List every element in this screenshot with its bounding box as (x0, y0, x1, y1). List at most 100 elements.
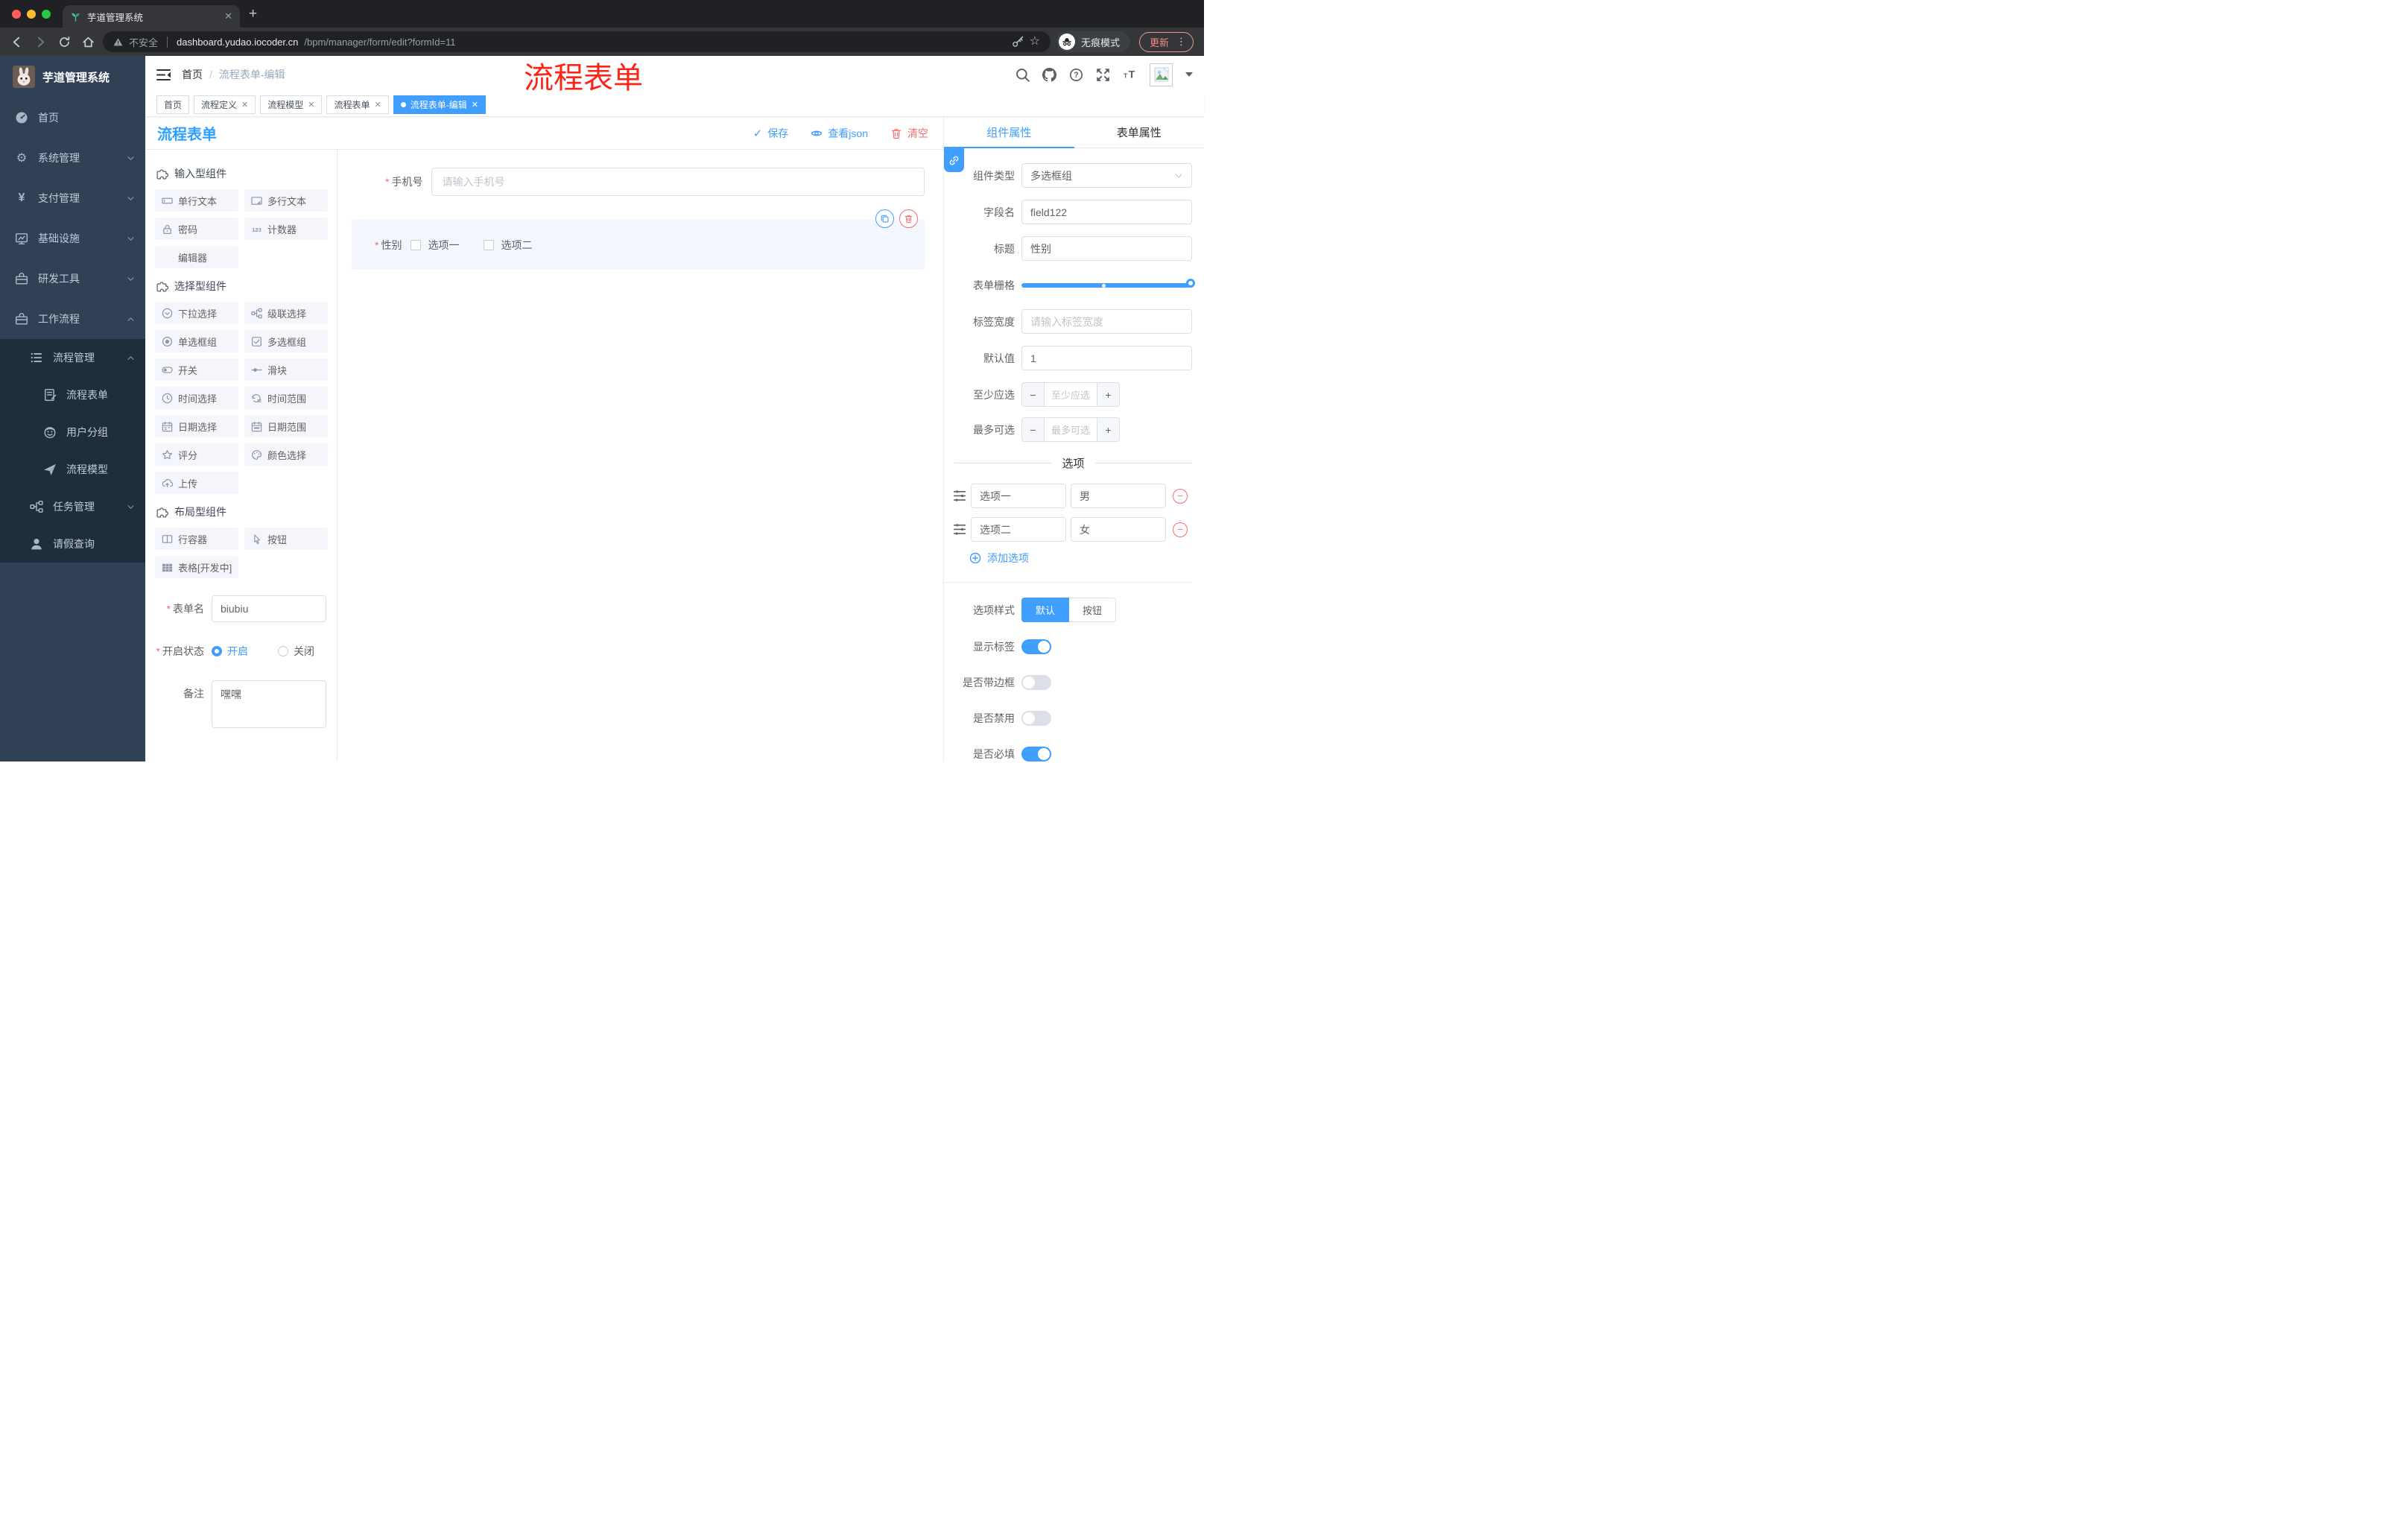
tag-close-icon[interactable]: ✕ (308, 100, 314, 110)
palette-item-rate[interactable]: 评分 (155, 443, 238, 466)
clear-button[interactable]: 清空 (890, 126, 928, 141)
gender-option2-checkbox[interactable] (484, 240, 495, 250)
help-icon[interactable]: ? (1069, 68, 1083, 82)
palette-item-radio-group[interactable]: 单选框组 (155, 330, 238, 352)
palette-item-row-container[interactable]: 行容器 (155, 528, 238, 550)
form-canvas[interactable]: 手机号 请输入手机号 性别 选项一 (338, 150, 943, 762)
close-window-button[interactable] (12, 9, 21, 19)
sidebar-item-system[interactable]: ⚙ 系统管理 (0, 138, 145, 178)
link-tab[interactable] (944, 148, 964, 172)
disabled-toggle[interactable] (1021, 711, 1051, 726)
plus-button[interactable]: + (1097, 418, 1119, 441)
sidebar-item-leave-query[interactable]: 请假查询 (0, 525, 145, 563)
component-type-select[interactable]: 多选框组 (1021, 163, 1192, 188)
caret-down-icon[interactable] (1185, 72, 1193, 77)
tag-home[interactable]: 首页 (156, 95, 190, 114)
palette-item-color[interactable]: 颜色选择 (244, 443, 328, 466)
url-path[interactable]: /bpm/manager/form/edit?formId=11 (304, 37, 455, 48)
sidebar-collapse-icon[interactable] (156, 69, 171, 81)
tag-process-form[interactable]: 流程表单 ✕ (326, 95, 389, 114)
palette-item-editor[interactable]: 编辑器 (155, 246, 238, 268)
duplicate-component-button[interactable] (875, 209, 894, 228)
field-name-input[interactable] (1021, 200, 1192, 224)
palette-item-cascade[interactable]: 级联选择 (244, 302, 328, 324)
status-on-label[interactable]: 开启 (227, 638, 248, 665)
palette-item-time[interactable]: 时间选择 (155, 387, 238, 409)
breadcrumb-home[interactable]: 首页 (182, 67, 203, 82)
palette-item-single-text[interactable]: 单行文本 (155, 189, 238, 212)
github-icon[interactable] (1042, 67, 1056, 82)
sidebar-item-home[interactable]: 首页 (0, 98, 145, 138)
palette-item-counter[interactable]: 123 计数器 (244, 218, 328, 240)
palette-item-date-range[interactable]: 日期范围 (244, 415, 328, 437)
form-name-input[interactable] (212, 595, 326, 622)
minus-button[interactable]: − (1022, 383, 1045, 406)
font-size-icon[interactable]: TT (1123, 68, 1137, 82)
palette-item-upload[interactable]: 上传 (155, 472, 238, 494)
option-value-input[interactable] (1071, 484, 1166, 508)
sidebar-logo[interactable]: 芋道管理系统 (0, 56, 145, 98)
style-button-button[interactable]: 按钮 (1069, 598, 1117, 622)
drag-handle-icon[interactable] (953, 490, 966, 503)
palette-item-switch[interactable]: 开关 (155, 358, 238, 381)
browser-menu-icon[interactable]: ⋮ (1176, 36, 1186, 48)
status-off-radio[interactable] (278, 646, 288, 656)
gender-option1-checkbox[interactable] (411, 240, 422, 250)
style-default-button[interactable]: 默认 (1021, 598, 1070, 622)
sidebar-item-workflow[interactable]: 工作流程 (0, 299, 145, 339)
show-label-toggle[interactable] (1021, 639, 1051, 654)
reload-button[interactable] (55, 33, 73, 51)
sidebar-item-process-mgmt[interactable]: 流程管理 (0, 339, 145, 376)
fullscreen-icon[interactable] (1096, 68, 1110, 82)
palette-item-time-range[interactable]: 时间范围 (244, 387, 328, 409)
palette-item-checkbox-group[interactable]: 多选框组 (244, 330, 328, 352)
form-remark-textarea[interactable]: 嘿嘿 (212, 680, 326, 728)
browser-tab[interactable]: 芋道管理系统 ✕ (63, 5, 240, 28)
required-toggle[interactable] (1021, 747, 1051, 762)
remove-option-icon[interactable]: − (1173, 522, 1188, 537)
min-select-value[interactable]: 至少应选 (1045, 383, 1097, 406)
option-label-input[interactable] (971, 517, 1066, 542)
maximize-window-button[interactable] (42, 9, 51, 19)
new-tab-button[interactable]: + (249, 6, 257, 22)
slider-handle[interactable] (1186, 279, 1195, 288)
palette-item-select[interactable]: 下拉选择 (155, 302, 238, 324)
remove-option-icon[interactable]: − (1173, 488, 1188, 504)
search-icon[interactable] (1016, 68, 1030, 82)
label-width-input[interactable] (1021, 309, 1192, 334)
tab-form-props[interactable]: 表单属性 (1074, 117, 1204, 148)
status-on-radio[interactable] (212, 646, 222, 656)
option-label-input[interactable] (971, 484, 1066, 508)
browser-update-button[interactable]: 更新 ⋮ (1138, 31, 1194, 52)
palette-item-button[interactable]: 按钮 (244, 528, 328, 550)
option-value-input[interactable] (1071, 517, 1166, 542)
back-button[interactable] (7, 33, 25, 51)
tag-process-model[interactable]: 流程模型 ✕ (260, 95, 323, 114)
palette-item-slider[interactable]: 滑块 (244, 358, 328, 381)
minimize-window-button[interactable] (27, 9, 36, 19)
drag-handle-icon[interactable] (953, 523, 966, 536)
url-host[interactable]: dashboard.yudao.iocoder.cn (177, 37, 298, 48)
password-key-icon[interactable] (1012, 36, 1024, 48)
canvas-field-phone[interactable]: 手机号 请输入手机号 (338, 168, 925, 196)
palette-item-password[interactable]: 密码 (155, 218, 238, 240)
add-option-button[interactable]: 添加选项 (969, 551, 1192, 566)
palette-item-multi-text[interactable]: 多行文本 (244, 189, 328, 212)
min-select-stepper[interactable]: − 至少应选 + (1021, 382, 1120, 407)
plus-button[interactable]: + (1097, 383, 1119, 406)
tag-process-form-edit[interactable]: 流程表单-编辑 ✕ (393, 95, 486, 114)
palette-item-date[interactable]: 日期选择 (155, 415, 238, 437)
sidebar-item-process-form[interactable]: 流程表单 (0, 376, 145, 414)
title-input[interactable] (1021, 236, 1192, 261)
sidebar-item-process-model[interactable]: 流程模型 (0, 451, 145, 488)
forward-button[interactable] (31, 33, 49, 51)
view-json-button[interactable]: 查看json (811, 126, 868, 141)
max-select-value[interactable]: 最多可选 (1045, 418, 1097, 441)
sidebar-item-user-group[interactable]: 用户分组 (0, 414, 145, 451)
sidebar-item-task-mgmt[interactable]: 任务管理 (0, 488, 145, 525)
sidebar-item-payment[interactable]: ¥ 支付管理 (0, 178, 145, 218)
tag-close-icon[interactable]: ✕ (472, 100, 478, 110)
tab-component-props[interactable]: 组件属性 (944, 117, 1074, 148)
minus-button[interactable]: − (1022, 418, 1045, 441)
gender-option2-label[interactable]: 选项二 (501, 238, 532, 253)
